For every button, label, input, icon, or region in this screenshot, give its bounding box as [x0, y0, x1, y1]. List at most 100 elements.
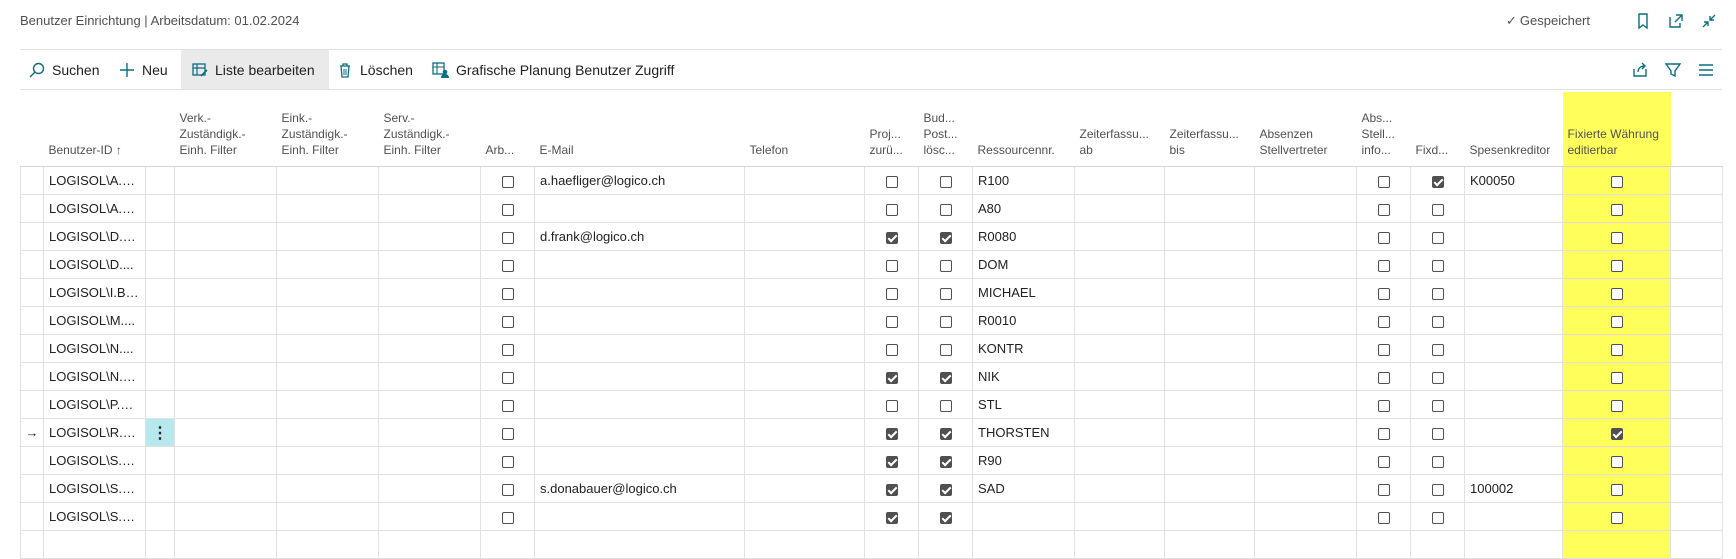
arb-checkbox[interactable] [501, 231, 514, 244]
cell-email[interactable] [534, 306, 745, 335]
cell-expense-creditor[interactable] [1464, 194, 1563, 223]
cell-expense-creditor[interactable] [1464, 250, 1563, 279]
cell-email[interactable]: d.frank@logico.ch [534, 222, 745, 251]
bud-checkbox[interactable] [939, 259, 952, 272]
fixd-checkbox[interactable] [1431, 203, 1444, 216]
cell-email[interactable] [534, 250, 745, 279]
cell-expense-creditor[interactable] [1464, 222, 1563, 251]
cell-fixd[interactable] [1410, 278, 1465, 307]
cell-bud[interactable] [918, 362, 973, 391]
empty-cell[interactable] [174, 530, 277, 559]
empty-cell[interactable] [145, 530, 175, 559]
table-row[interactable]: LOGISOL\I.BL... MICHAEL [20, 278, 1723, 307]
fixd-checkbox[interactable] [1431, 231, 1444, 244]
row-menu[interactable] [145, 334, 175, 363]
cell-purch-resp[interactable] [276, 306, 379, 335]
cell-arb[interactable] [480, 446, 535, 475]
cell-bud[interactable] [918, 194, 973, 223]
cell-phone[interactable] [744, 334, 865, 363]
fixd-checkbox[interactable] [1431, 343, 1444, 356]
cell-fixed-currency[interactable] [1562, 306, 1671, 335]
arb-checkbox[interactable] [501, 511, 514, 524]
cell-bud[interactable] [918, 166, 973, 195]
arb-checkbox[interactable] [501, 287, 514, 300]
fixed-currency-checkbox[interactable] [1610, 483, 1623, 496]
cell-resource-no[interactable]: THORSTEN [972, 418, 1075, 447]
cell-phone[interactable] [744, 362, 865, 391]
cell-serv-resp[interactable] [378, 390, 481, 419]
collapse-icon[interactable] [1699, 11, 1719, 31]
cell-serv-resp[interactable] [378, 362, 481, 391]
empty-cell[interactable] [1670, 530, 1723, 559]
fixed-currency-checkbox[interactable] [1610, 455, 1623, 468]
empty-cell[interactable] [378, 530, 481, 559]
cell-user-id[interactable]: LOGISOL\D.... [43, 250, 146, 279]
cell-proj[interactable] [864, 278, 919, 307]
cell-bud[interactable] [918, 474, 973, 503]
cell-arb[interactable] [480, 250, 535, 279]
delete-button[interactable]: Löschen [336, 50, 413, 89]
fixed-currency-checkbox[interactable] [1610, 371, 1623, 384]
cell-absence-substitute[interactable] [1254, 278, 1357, 307]
cell-proj[interactable] [864, 418, 919, 447]
cell-fixd[interactable] [1410, 474, 1465, 503]
cell-proj[interactable] [864, 194, 919, 223]
empty-cell[interactable] [43, 530, 146, 559]
cell-expense-creditor[interactable] [1464, 502, 1563, 531]
fixed-currency-checkbox[interactable] [1610, 427, 1623, 440]
arb-checkbox[interactable] [501, 259, 514, 272]
cell-fixed-currency[interactable] [1562, 474, 1671, 503]
cell-serv-resp[interactable] [378, 194, 481, 223]
cell-resource-no[interactable]: DOM [972, 250, 1075, 279]
cell-resource-no[interactable]: A80 [972, 194, 1075, 223]
proj-checkbox[interactable] [885, 511, 898, 524]
cell-user-id[interactable]: LOGISOL\P.D... [43, 390, 146, 419]
arb-checkbox[interactable] [501, 315, 514, 328]
cell-abs-info[interactable] [1356, 362, 1411, 391]
cell-arb[interactable] [480, 390, 535, 419]
cell-user-id[interactable]: LOGISOL\A.H... [43, 166, 146, 195]
cell-email[interactable]: a.haefliger@logico.ch [534, 166, 745, 195]
cell-phone[interactable] [744, 390, 865, 419]
cell-bud[interactable] [918, 278, 973, 307]
cell-phone[interactable] [744, 446, 865, 475]
cell-user-id[interactable]: LOGISOL\M.... [43, 306, 146, 335]
abs-info-checkbox[interactable] [1377, 483, 1390, 496]
fixd-checkbox[interactable] [1431, 259, 1444, 272]
cell-arb[interactable] [480, 362, 535, 391]
cell-serv-resp[interactable] [378, 166, 481, 195]
cell-sales-resp[interactable] [174, 334, 277, 363]
cell-purch-resp[interactable] [276, 194, 379, 223]
empty-cell[interactable] [534, 530, 745, 559]
arb-checkbox[interactable] [501, 371, 514, 384]
bud-checkbox[interactable] [939, 343, 952, 356]
cell-time-from[interactable] [1074, 194, 1165, 223]
cell-proj[interactable] [864, 306, 919, 335]
proj-checkbox[interactable] [885, 259, 898, 272]
empty-cell[interactable] [1074, 530, 1165, 559]
cell-absence-substitute[interactable] [1254, 306, 1357, 335]
cell-purch-resp[interactable] [276, 502, 379, 531]
row-menu[interactable] [145, 166, 175, 195]
abs-info-checkbox[interactable] [1377, 259, 1390, 272]
cell-user-id[interactable]: LOGISOL\D.F... [43, 222, 146, 251]
fixd-checkbox[interactable] [1431, 287, 1444, 300]
cell-proj[interactable] [864, 390, 919, 419]
empty-cell[interactable] [918, 530, 973, 559]
cell-sales-resp[interactable] [174, 502, 277, 531]
cell-fixd[interactable] [1410, 446, 1465, 475]
cell-time-to[interactable] [1164, 166, 1255, 195]
cell-time-from[interactable] [1074, 502, 1165, 531]
table-row[interactable]: LOGISOL\P.D... STL [20, 390, 1723, 419]
proj-checkbox[interactable] [885, 427, 898, 440]
arb-checkbox[interactable] [501, 203, 514, 216]
cell-absence-substitute[interactable] [1254, 194, 1357, 223]
search-button[interactable]: Suchen [28, 50, 99, 89]
cell-fixd[interactable] [1410, 502, 1465, 531]
col-header-fixed-currency[interactable]: Fixierte Währung editierbar [1562, 92, 1671, 167]
cell-serv-resp[interactable] [378, 250, 481, 279]
cell-absence-substitute[interactable] [1254, 222, 1357, 251]
cell-sales-resp[interactable] [174, 222, 277, 251]
cell-fixed-currency[interactable] [1562, 446, 1671, 475]
fixd-checkbox[interactable] [1431, 315, 1444, 328]
